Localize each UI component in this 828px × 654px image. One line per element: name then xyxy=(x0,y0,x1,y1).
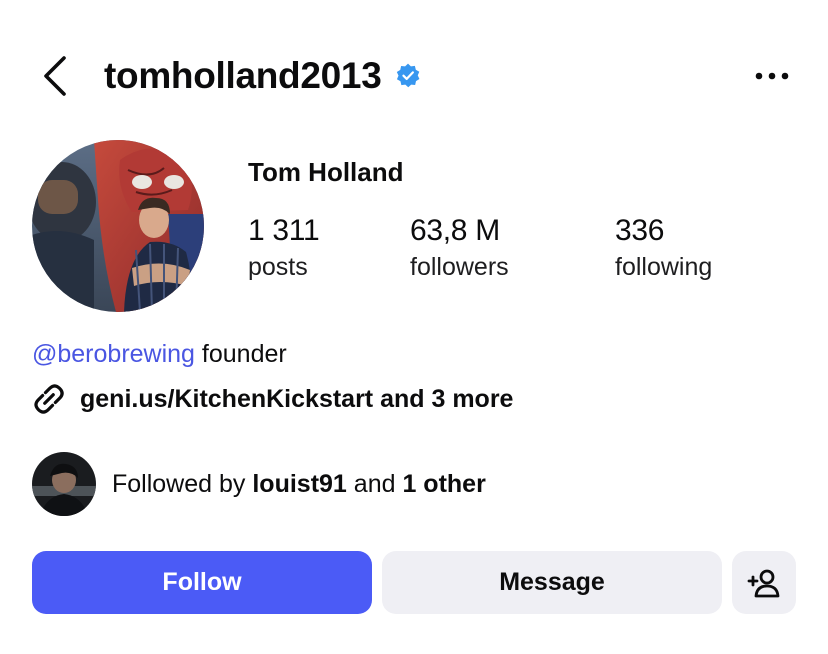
followed-by-middle: and xyxy=(346,470,403,498)
follower-avatar xyxy=(32,452,96,516)
stat-value: 1 311 xyxy=(248,214,320,247)
link-icon xyxy=(34,384,64,414)
bio: @berobrewing founder xyxy=(32,338,287,370)
bio-mention-link[interactable]: @berobrewing xyxy=(32,340,195,368)
bio-link-text: geni.us/KitchenKickstart and 3 more xyxy=(80,385,514,413)
stat-followers[interactable]: 63,8 M followers xyxy=(410,212,509,284)
stat-value: 336 xyxy=(615,214,665,247)
stat-value: 63,8 M xyxy=(410,214,500,247)
stat-posts[interactable]: 1 311 posts xyxy=(248,212,320,284)
profile-avatar[interactable] xyxy=(32,140,204,312)
verified-badge-icon xyxy=(397,63,420,88)
bio-text: founder xyxy=(194,340,287,368)
more-horizontal-icon xyxy=(755,72,789,80)
stat-label: following xyxy=(615,253,713,281)
stat-label: posts xyxy=(248,253,308,281)
stat-following[interactable]: 336 following xyxy=(615,212,712,284)
chevron-left-icon xyxy=(44,56,66,96)
profile-page: tomholland2013 Tom Holland 1 311 posts 6… xyxy=(0,0,828,654)
username: tomholland2013 xyxy=(104,55,382,96)
profile-photo xyxy=(32,140,204,312)
display-name: Tom Holland xyxy=(248,157,404,187)
follow-button[interactable]: Follow xyxy=(32,551,372,614)
follower-photo xyxy=(32,452,96,516)
back-button[interactable] xyxy=(36,54,76,98)
followed-by-row[interactable]: Followed by louist91 and 1 other xyxy=(32,452,486,516)
followed-by-prefix: Followed by xyxy=(112,470,253,498)
add-user-icon xyxy=(747,569,780,597)
more-options-button[interactable] xyxy=(754,64,790,88)
followed-by-user: louist91 xyxy=(252,470,347,498)
bio-link[interactable]: geni.us/KitchenKickstart and 3 more xyxy=(32,382,513,416)
followed-by-text: Followed by louist91 and 1 other xyxy=(112,467,486,501)
suggest-users-button[interactable] xyxy=(732,551,796,614)
followed-by-others: 1 other xyxy=(402,470,486,498)
username-row: tomholland2013 xyxy=(104,52,421,100)
stat-label: followers xyxy=(410,253,509,281)
message-button[interactable]: Message xyxy=(382,551,722,614)
profile-header: tomholland2013 xyxy=(0,42,828,108)
